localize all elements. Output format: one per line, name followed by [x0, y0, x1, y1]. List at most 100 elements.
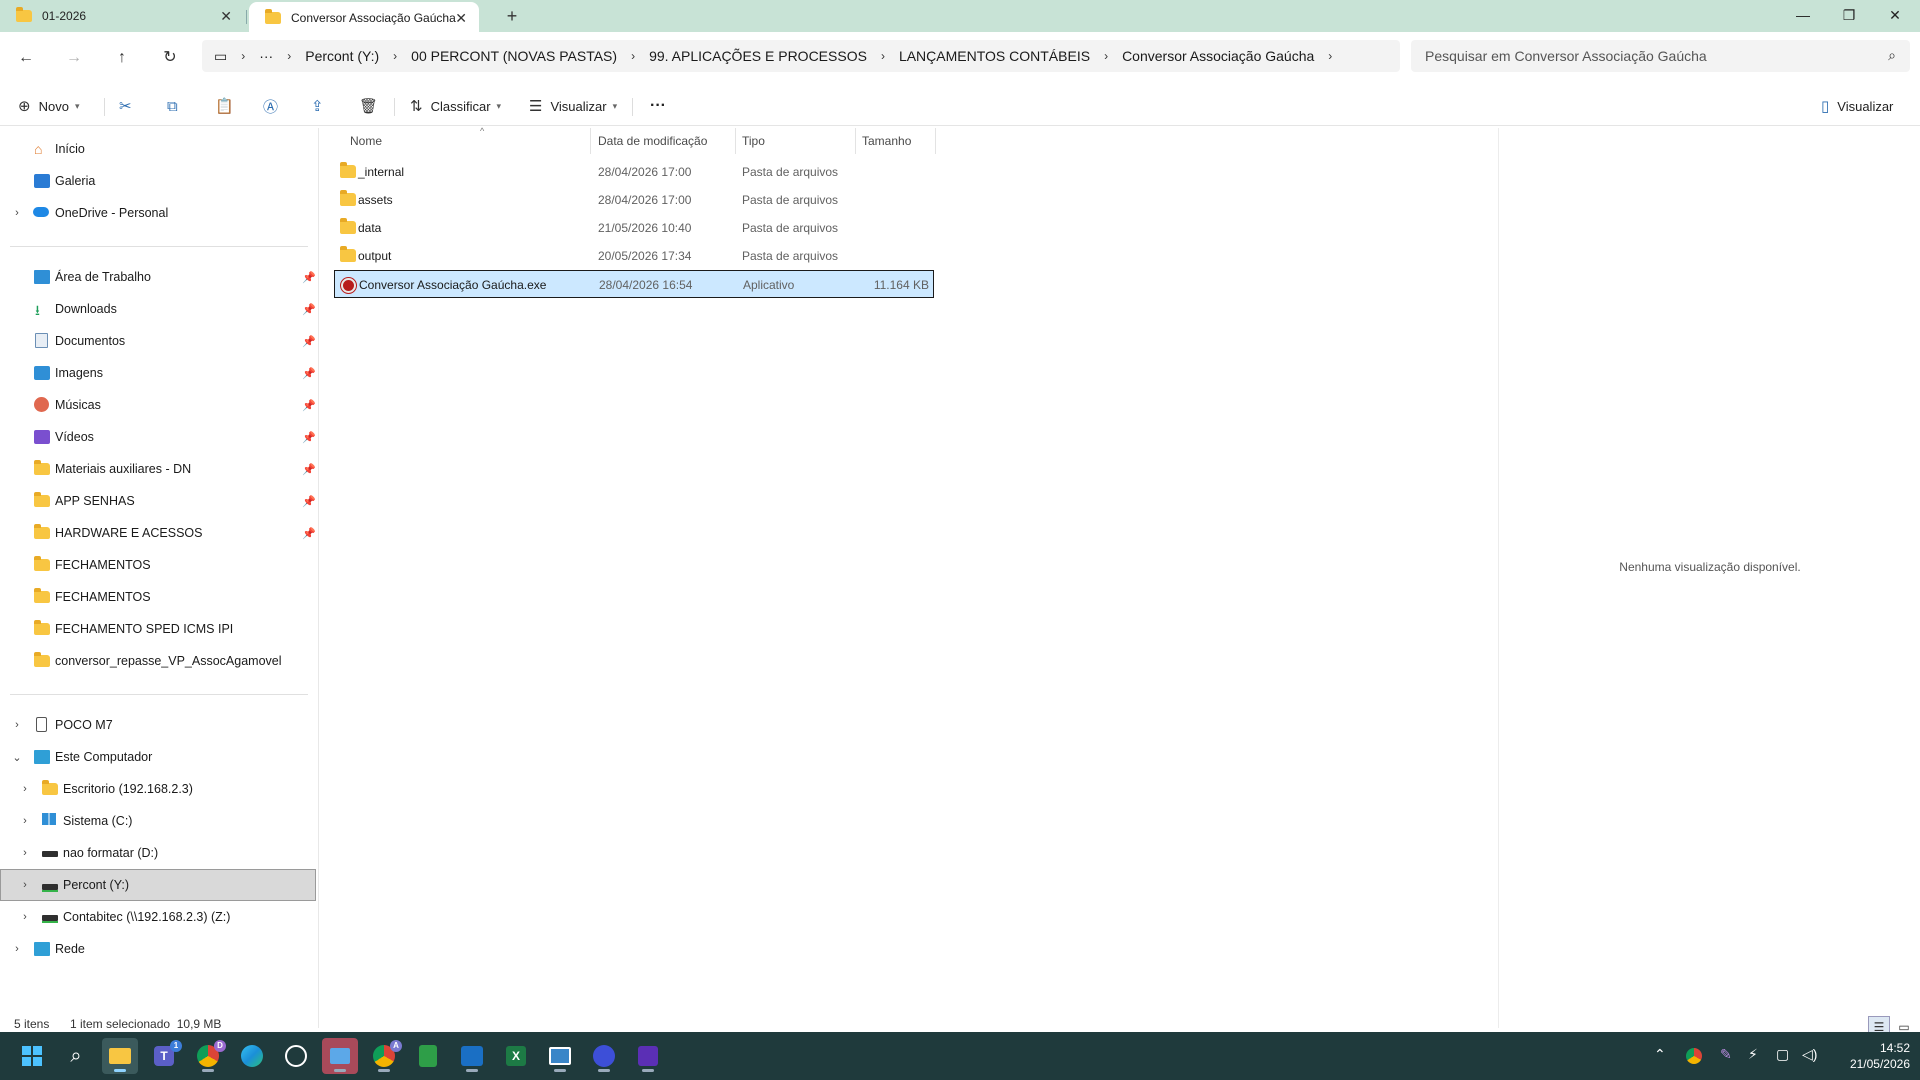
forward-arrow-icon[interactable]: → [60, 44, 88, 72]
column-header-date[interactable]: Data de modificação [598, 128, 738, 154]
search-input[interactable]: Pesquisar em Conversor Associação Gaúcha… [1411, 40, 1910, 72]
address-bar[interactable]: ▭ › ··· › Percont (Y:) › 00 PERCONT (NOV… [202, 40, 1400, 72]
sidebar-item-musicas[interactable]: Músicas 📌 [0, 389, 316, 421]
tab-conversor[interactable]: Conversor Associação Gaúcha ✕ [249, 2, 479, 34]
sidebar-item-conversor-repasse[interactable]: conversor_repasse_VP_AssocAgamovel [0, 645, 316, 677]
chevron-right-icon[interactable]: › [625, 49, 641, 63]
teams-icon[interactable]: T 1 [146, 1038, 182, 1074]
column-header-type[interactable]: Tipo [742, 128, 852, 154]
sidebar-item-hardware[interactable]: HARDWARE E ACESSOS 📌 [0, 517, 316, 549]
remote-desktop-icon[interactable] [322, 1038, 358, 1074]
chevron-right-icon[interactable]: › [10, 207, 24, 219]
chevron-right-icon[interactable]: › [387, 49, 403, 63]
more-options-button[interactable]: ··· [650, 92, 666, 120]
search-icon[interactable]: ⌕ [1888, 47, 1896, 64]
column-header-name[interactable]: Nome ^ [350, 126, 592, 154]
app-icon[interactable] [630, 1038, 666, 1074]
file-row[interactable]: assets 28/04/2026 17:00 Pasta de arquivo… [332, 186, 934, 214]
share-button[interactable]: ⇪ [311, 92, 324, 120]
column-divider[interactable] [735, 128, 736, 154]
close-tab-icon[interactable]: ✕ [455, 10, 467, 27]
monitor-icon[interactable]: ▭ [202, 48, 235, 65]
column-divider[interactable] [590, 128, 591, 154]
chevron-right-icon[interactable]: › [875, 49, 891, 63]
discord-icon[interactable] [586, 1038, 622, 1074]
view-button[interactable]: ☰ Visualizar ▾ [529, 92, 617, 120]
breadcrumb-item[interactable]: LANÇAMENTOS CONTÁBEIS [891, 48, 1098, 64]
excel-icon[interactable]: X [498, 1038, 534, 1074]
sidebar-item-nao-formatar-d[interactable]: › nao formatar (D:) [0, 837, 316, 869]
delete-button[interactable]: 🗑 [359, 92, 378, 120]
pane-divider[interactable] [318, 128, 319, 1028]
close-tab-icon[interactable]: ✕ [220, 8, 232, 25]
calculator-icon[interactable] [410, 1038, 446, 1074]
feather-icon[interactable]: ✎ [1720, 1046, 1732, 1063]
chevron-right-icon[interactable]: › [1322, 49, 1338, 63]
sidebar-item-rede[interactable]: › Rede [0, 933, 316, 965]
app-icon[interactable] [542, 1038, 578, 1074]
edge-icon[interactable] [234, 1038, 270, 1074]
breadcrumb-overflow[interactable]: ··· [251, 48, 281, 64]
sidebar-item-este-computador[interactable]: ⌄ Este Computador [0, 741, 316, 773]
pin-icon[interactable]: 📌 [302, 431, 316, 444]
file-explorer-icon[interactable] [102, 1038, 138, 1074]
new-button[interactable]: ⊕ Novo ▾ [18, 92, 79, 120]
pin-icon[interactable]: 📌 [302, 463, 316, 476]
chevron-right-icon[interactable]: › [18, 911, 32, 923]
sidebar-item-videos[interactable]: Vídeos 📌 [0, 421, 316, 453]
sidebar-item-inicio[interactable]: ⌂ Início [0, 133, 316, 165]
search-icon[interactable]: ⌕ [58, 1038, 94, 1074]
whatsapp-icon[interactable] [278, 1038, 314, 1074]
up-arrow-icon[interactable]: ↑ [108, 44, 136, 72]
chevron-down-icon[interactable]: ⌄ [10, 751, 24, 764]
sidebar-item-percont-y[interactable]: › Percont (Y:) [0, 869, 316, 901]
chevron-right-icon[interactable]: › [18, 783, 32, 795]
chevron-right-icon[interactable]: › [18, 879, 32, 891]
breadcrumb-item[interactable]: Conversor Associação Gaúcha [1114, 48, 1322, 64]
chevron-right-icon[interactable]: › [235, 49, 251, 63]
chrome-profile-icon[interactable]: A [366, 1038, 402, 1074]
pin-icon[interactable]: 📌 [302, 271, 316, 284]
rename-button[interactable]: Ⓐ [263, 92, 278, 120]
breadcrumb-item[interactable]: Percont (Y:) [297, 48, 387, 64]
chevron-right-icon[interactable]: › [10, 943, 24, 955]
sidebar-item-fechamentos-2[interactable]: FECHAMENTOS [0, 581, 316, 613]
file-row[interactable]: output 20/05/2026 17:34 Pasta de arquivo… [332, 242, 934, 270]
sidebar-item-contabitec-z[interactable]: › Contabitec (\\192.168.2.3) (Z:) [0, 901, 316, 933]
copy-button[interactable]: ⧉ [167, 92, 178, 120]
sidebar-item-poco-m7[interactable]: › POCO M7 [0, 709, 316, 741]
chevron-right-icon[interactable]: › [10, 719, 24, 731]
chrome-icon[interactable]: D [190, 1038, 226, 1074]
maximize-icon[interactable]: ❐ [1826, 0, 1872, 32]
pin-icon[interactable]: 📌 [302, 335, 316, 348]
pin-icon[interactable]: 📌 [302, 303, 316, 316]
pin-icon[interactable]: 📌 [302, 399, 316, 412]
back-arrow-icon[interactable]: ← [12, 44, 40, 72]
sidebar-item-escritorio[interactable]: › Escritorio (192.168.2.3) [0, 773, 316, 805]
chevron-up-icon[interactable]: ⌃ [1654, 1046, 1666, 1063]
paste-button[interactable]: 📋 [215, 92, 234, 120]
column-header-size[interactable]: Tamanho [862, 128, 932, 154]
file-row[interactable]: _internal 28/04/2026 17:00 Pasta de arqu… [332, 158, 934, 186]
details-pane-button[interactable]: ▯ Visualizar [1821, 92, 1893, 120]
pin-icon[interactable]: 📌 [302, 495, 316, 508]
system-clock[interactable]: 14:52 21/05/2026 [1830, 1040, 1910, 1072]
pin-icon[interactable]: 📌 [302, 527, 316, 540]
sidebar-item-sistema-c[interactable]: › Sistema (C:) [0, 805, 316, 837]
preview-divider[interactable] [1498, 128, 1499, 1028]
sidebar-item-galeria[interactable]: Galeria [0, 165, 316, 197]
start-icon[interactable] [14, 1038, 50, 1074]
column-divider[interactable] [855, 128, 856, 154]
sidebar-item-imagens[interactable]: Imagens 📌 [0, 357, 316, 389]
cut-button[interactable]: ✂ [119, 92, 132, 120]
speaker-icon[interactable]: ◁) [1802, 1046, 1817, 1063]
file-row[interactable]: data 21/05/2026 10:40 Pasta de arquivos [332, 214, 934, 242]
refresh-icon[interactable]: ↻ [156, 44, 184, 72]
file-row[interactable]: Conversor Associação Gaúcha.exe 28/04/20… [334, 270, 934, 298]
network-status-icon[interactable]: ⚡ [1748, 1046, 1758, 1063]
column-divider[interactable] [935, 128, 936, 154]
sidebar-item-materiais[interactable]: Materiais auxiliares - DN 📌 [0, 453, 316, 485]
chrome-tray-icon[interactable] [1686, 1048, 1702, 1064]
breadcrumb-item[interactable]: 99. APLICAÇÕES E PROCESSOS [641, 48, 875, 64]
pin-icon[interactable]: 📌 [302, 367, 316, 380]
